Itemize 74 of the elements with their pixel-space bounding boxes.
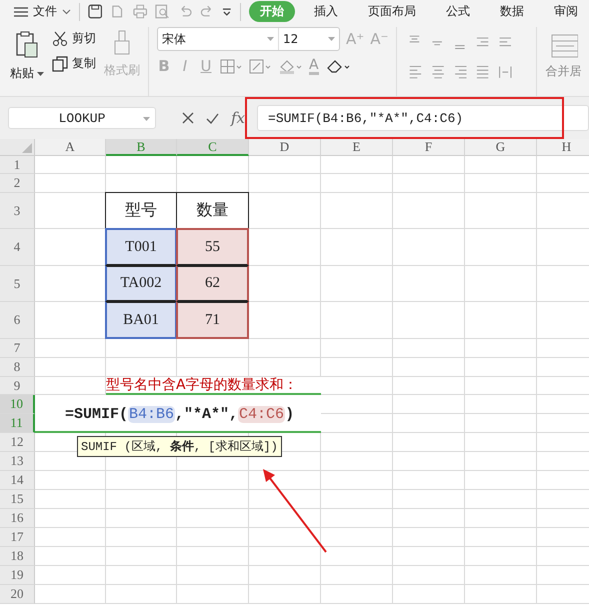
column-header[interactable]: A bbox=[35, 139, 106, 156]
cancel-icon[interactable] bbox=[182, 112, 194, 124]
select-all-icon[interactable] bbox=[22, 143, 32, 153]
scissors-icon bbox=[52, 30, 68, 46]
confirm-icon[interactable] bbox=[206, 112, 219, 124]
function-tooltip: SUMIF (区域, 条件, [求和区域]) bbox=[77, 436, 282, 457]
table-header-cell: 数量 bbox=[176, 192, 249, 229]
column-header[interactable]: E bbox=[321, 139, 393, 156]
chevron-icon bbox=[62, 8, 71, 14]
row-header[interactable]: 7 bbox=[0, 339, 35, 358]
cell-formula-editor[interactable]: =SUMIF(B4:B6,″*A*″,C4:C6) bbox=[35, 395, 321, 433]
column-header[interactable]: B bbox=[106, 139, 177, 156]
brush-icon bbox=[113, 30, 131, 56]
paste-icon[interactable] bbox=[15, 31, 39, 59]
row-header[interactable]: 5 bbox=[0, 266, 35, 302]
menu-icon bbox=[14, 6, 28, 16]
table-cell: 55 bbox=[176, 228, 249, 266]
paste-button[interactable]: 粘贴 bbox=[10, 65, 34, 82]
ribbon-tab[interactable]: 公式 bbox=[434, 1, 481, 22]
caret-icon bbox=[143, 117, 150, 121]
table-cell: 62 bbox=[176, 265, 249, 302]
row-header[interactable]: 19 bbox=[0, 566, 35, 585]
eraser-icon[interactable] bbox=[326, 58, 350, 74]
caret-icon[interactable] bbox=[37, 72, 44, 76]
row-header[interactable]: 4 bbox=[0, 229, 35, 266]
table-cell: BA01 bbox=[105, 301, 177, 339]
table-cell: TA002 bbox=[105, 265, 177, 302]
column-header[interactable]: D bbox=[249, 139, 321, 156]
borders-icon[interactable] bbox=[220, 58, 242, 74]
table-header-cell: 型号 bbox=[105, 192, 177, 229]
fill-color-icon[interactable] bbox=[278, 58, 302, 74]
row-header[interactable]: 9 bbox=[0, 377, 35, 395]
row-header[interactable]: 20 bbox=[0, 585, 35, 604]
row-header[interactable]: 13 bbox=[0, 452, 35, 471]
row-header[interactable]: 18 bbox=[0, 547, 35, 566]
row-header[interactable]: 14 bbox=[0, 471, 35, 490]
font-color-button[interactable]: A bbox=[309, 58, 319, 74]
row-header[interactable]: 1 bbox=[0, 156, 35, 174]
menu-button[interactable]: 文件 bbox=[14, 3, 71, 20]
export-icon[interactable] bbox=[110, 4, 125, 19]
column-header[interactable]: H bbox=[537, 139, 589, 156]
row-header[interactable]: 3 bbox=[0, 193, 35, 229]
formula-input[interactable]: =SUMIF(B4:B6,″*A*″,C4:C6) bbox=[257, 105, 589, 131]
save-icon[interactable] bbox=[88, 4, 102, 19]
column-header[interactable]: F bbox=[393, 139, 465, 156]
cell-style-icon[interactable] bbox=[249, 58, 271, 74]
row-header[interactable]: 16 bbox=[0, 509, 35, 528]
function-button[interactable]: fx bbox=[231, 109, 246, 127]
ribbon-tab[interactable]: 开始 bbox=[248, 1, 295, 22]
ribbon-tab[interactable]: 页面布局 bbox=[356, 1, 427, 22]
row-header[interactable]: 11 bbox=[0, 414, 35, 433]
row-header[interactable]: 15 bbox=[0, 490, 35, 509]
row-header[interactable]: 2 bbox=[0, 174, 35, 193]
table-cell: T001 bbox=[105, 228, 177, 266]
name-box[interactable]: LOOKUP bbox=[8, 107, 156, 129]
copy-icon bbox=[52, 56, 68, 72]
ribbon-tab[interactable]: 审阅 bbox=[542, 1, 589, 22]
row-header[interactable]: 17 bbox=[0, 528, 35, 547]
column-header[interactable]: G bbox=[465, 139, 537, 156]
print-icon[interactable] bbox=[132, 4, 148, 19]
merge-button[interactable]: 合并居 bbox=[545, 63, 582, 80]
row-header[interactable]: 10 bbox=[0, 395, 35, 414]
column-header[interactable]: C bbox=[177, 139, 249, 156]
table-cell: 71 bbox=[176, 301, 249, 339]
copy-button[interactable]: 复制 bbox=[52, 55, 96, 72]
cut-button[interactable]: 剪切 bbox=[52, 30, 96, 47]
dropdown-icon[interactable] bbox=[222, 6, 232, 16]
row-header[interactable]: 8 bbox=[0, 358, 35, 377]
ribbon-tab[interactable]: 插入 bbox=[302, 1, 349, 22]
preview-icon[interactable] bbox=[155, 4, 170, 19]
note-text: 型号名中含A字母的数量求和： bbox=[106, 377, 321, 395]
ribbon-tab[interactable]: 数据 bbox=[488, 1, 535, 22]
row-header[interactable]: 6 bbox=[0, 302, 35, 339]
row-header[interactable]: 12 bbox=[0, 433, 35, 452]
